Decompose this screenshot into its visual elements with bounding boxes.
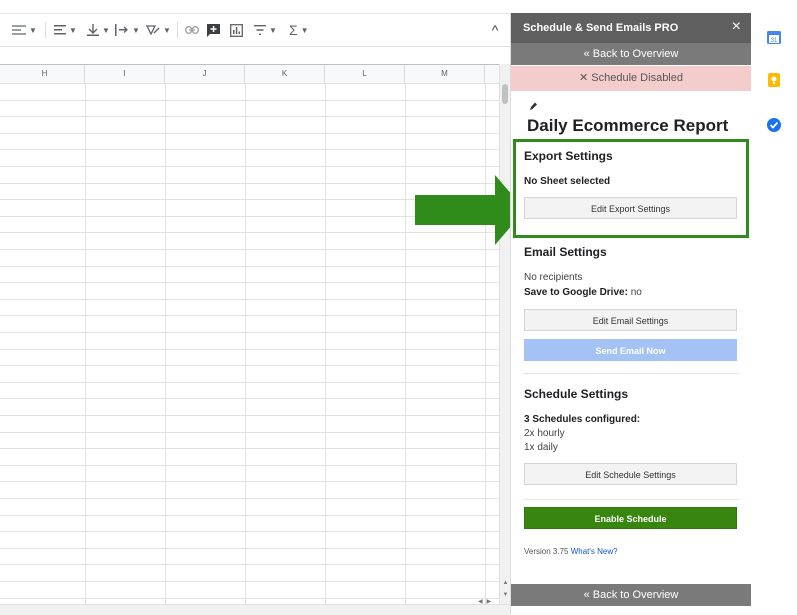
- horizontal-scrollbar[interactable]: [0, 604, 510, 615]
- export-status: No Sheet selected: [524, 176, 611, 187]
- column-gridline: [245, 83, 246, 604]
- report-title: Daily Ecommerce Report: [527, 116, 729, 135]
- align-left-icon[interactable]: ▼: [54, 20, 77, 40]
- row-gridline: [0, 581, 499, 582]
- row-gridline: [0, 133, 499, 134]
- column-gridline: [165, 83, 166, 604]
- row-gridline: [0, 100, 499, 101]
- row-gridline: [0, 315, 499, 316]
- row-gridline: [0, 515, 499, 516]
- column-header-i[interactable]: I: [85, 65, 165, 83]
- column-headers: H I J K L M: [0, 64, 499, 84]
- collapse-toolbar-button[interactable]: ^: [486, 21, 504, 39]
- sidebar-header: Schedule & Send Emails PRO ×: [511, 13, 751, 43]
- email-recipients: No recipients: [524, 272, 583, 283]
- calendar-icon[interactable]: 31: [766, 29, 782, 45]
- column-gridline: [485, 83, 486, 604]
- row-gridline: [0, 382, 499, 383]
- column-gridline: [85, 83, 86, 604]
- version-text: Version 3.75: [524, 547, 569, 556]
- row-gridline: [0, 149, 499, 150]
- green-arrow-icon: [415, 175, 525, 245]
- wrap-icon[interactable]: ▼: [12, 20, 37, 40]
- toolbar: ▼ ▼ ▼ ▼ ▼ ▼ Σ ▼ ^: [0, 13, 510, 47]
- pencil-icon[interactable]: [529, 101, 538, 111]
- grid-cells[interactable]: [0, 83, 499, 604]
- row-gridline: [0, 83, 499, 84]
- row-gridline: [0, 531, 499, 532]
- column-header-j[interactable]: J: [165, 65, 245, 83]
- drive-label: Save to Google Drive:: [524, 287, 628, 298]
- schedule-count: 3 Schedules configured:: [524, 414, 641, 425]
- row-gridline: [0, 116, 499, 117]
- row-gridline: [0, 465, 499, 466]
- addon-sidebar: Schedule & Send Emails PRO × « Back to O…: [510, 13, 751, 614]
- row-gridline: [0, 598, 499, 599]
- row-gridline: [0, 249, 499, 250]
- row-gridline: [0, 481, 499, 482]
- schedule-item: 2x hourly: [524, 428, 565, 439]
- whats-new-link[interactable]: What's New?: [571, 547, 618, 556]
- functions-icon[interactable]: Σ ▼: [289, 20, 309, 40]
- column-gridline: [325, 83, 326, 604]
- row-gridline: [0, 432, 499, 433]
- row-gridline: [0, 548, 499, 549]
- drive-setting: Save to Google Drive: no: [524, 287, 642, 298]
- row-gridline: [0, 415, 499, 416]
- valign-bottom-icon[interactable]: ▼: [87, 20, 110, 40]
- scrollbar-thumb[interactable]: [502, 84, 508, 104]
- column-header-k[interactable]: K: [245, 65, 325, 83]
- email-settings-heading: Email Settings: [524, 245, 607, 259]
- spreadsheet-grid[interactable]: H I J K L M: [0, 64, 499, 604]
- tasks-icon[interactable]: [766, 117, 782, 133]
- close-icon[interactable]: ×: [732, 18, 741, 36]
- edit-export-settings-button[interactable]: Edit Export Settings: [524, 197, 737, 219]
- column-header-m[interactable]: M: [405, 65, 485, 83]
- keep-icon[interactable]: [766, 72, 782, 88]
- row-gridline: [0, 299, 499, 300]
- sidebar-title: Schedule & Send Emails PRO: [523, 22, 679, 34]
- row-gridline: [0, 564, 499, 565]
- schedule-disabled-banner: ✕ Schedule Disabled: [511, 66, 751, 91]
- filter-icon[interactable]: ▼: [254, 20, 277, 40]
- text-rotate-icon[interactable]: ▼: [115, 20, 140, 40]
- version-info: Version 3.75 What's New?: [524, 547, 618, 556]
- row-gridline: [0, 166, 499, 167]
- edit-schedule-settings-button[interactable]: Edit Schedule Settings: [524, 463, 737, 485]
- insert-chart-icon[interactable]: [230, 20, 243, 40]
- back-to-overview-button[interactable]: « Back to Overview: [511, 584, 751, 606]
- row-gridline: [0, 266, 499, 267]
- row-gridline: [0, 282, 499, 283]
- schedule-item: 1x daily: [524, 442, 558, 453]
- edit-email-settings-button[interactable]: Edit Email Settings: [524, 309, 737, 331]
- text-rotation-icon[interactable]: ▼: [146, 20, 171, 40]
- row-gridline: [0, 349, 499, 350]
- row-gridline: [0, 332, 499, 333]
- divider: [523, 373, 739, 374]
- row-gridline: [0, 448, 499, 449]
- link-icon[interactable]: [185, 20, 199, 40]
- side-panel: 31: [751, 13, 797, 614]
- row-gridline: [0, 365, 499, 366]
- enable-schedule-button[interactable]: Enable Schedule: [524, 507, 737, 529]
- back-to-overview-button[interactable]: « Back to Overview: [511, 43, 751, 65]
- column-header-h[interactable]: H: [5, 65, 85, 83]
- row-gridline: [0, 498, 499, 499]
- divider: [523, 499, 739, 500]
- schedule-settings-heading: Schedule Settings: [524, 387, 629, 401]
- column-gridline: [405, 83, 406, 604]
- row-gridline: [0, 398, 499, 399]
- send-email-now-button[interactable]: Send Email Now: [524, 339, 737, 361]
- svg-text:31: 31: [771, 38, 778, 44]
- insert-comment-icon[interactable]: [207, 20, 220, 40]
- drive-value: no: [630, 287, 642, 298]
- column-header-l[interactable]: L: [325, 65, 405, 83]
- export-settings-heading: Export Settings: [524, 149, 613, 163]
